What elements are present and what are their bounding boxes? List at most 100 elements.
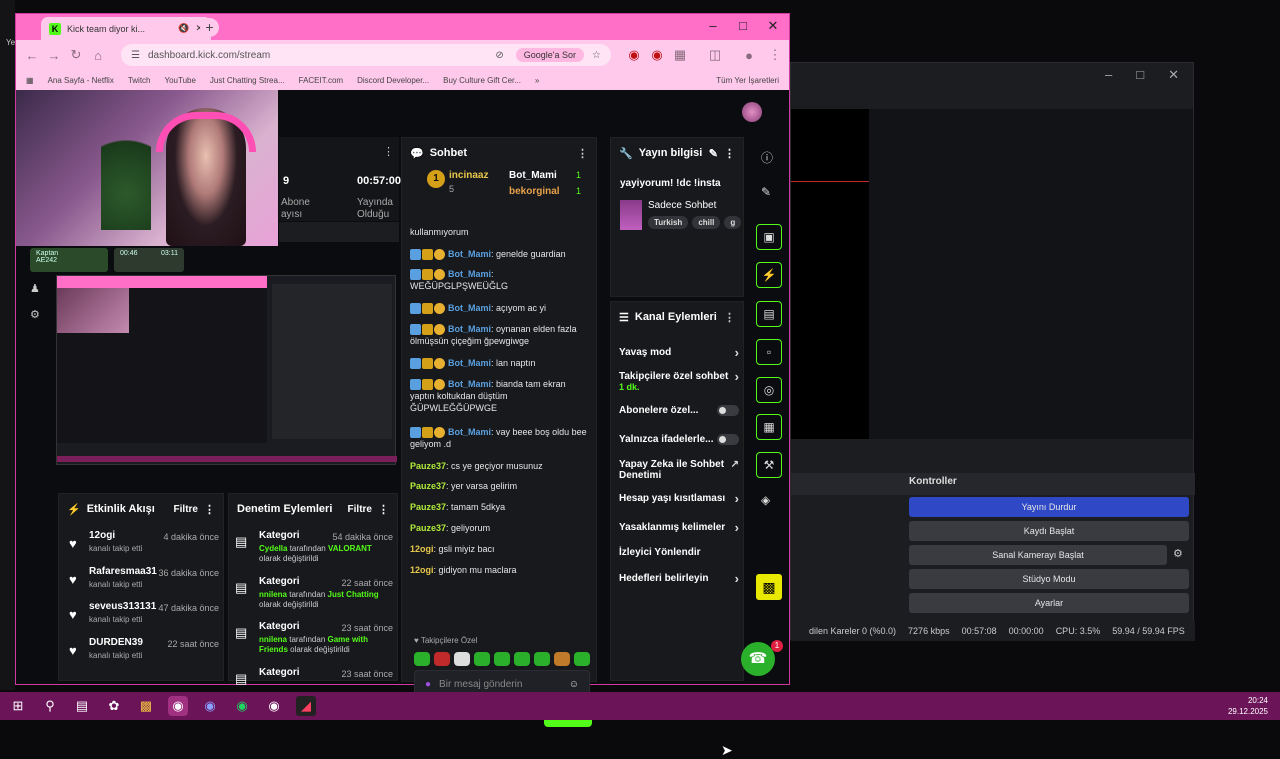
virtual-camera-button[interactable]: Sanal Kamerayı Başlat — [909, 545, 1167, 565]
avatar[interactable] — [742, 102, 762, 122]
maximize-icon[interactable]: □ — [729, 18, 757, 36]
emotes-only-item[interactable]: Yalnızca ifadelerle... — [619, 434, 739, 445]
share-icon[interactable]: ◈ — [761, 493, 770, 507]
kebab-icon[interactable]: ⋮ — [378, 503, 389, 516]
clapperboard-icon[interactable]: ▩ — [756, 574, 782, 600]
goals-item[interactable]: Hedefleri belirleyin › — [619, 572, 739, 585]
extension-icon[interactable]: ◉ — [646, 47, 668, 63]
emote[interactable] — [454, 652, 470, 666]
mic-icon[interactable]: ● — [425, 679, 431, 690]
address-bar[interactable]: ☰ dashboard.kick.com/stream ⊘ Google'a S… — [121, 44, 611, 66]
menu-icon[interactable]: ⋮ — [764, 47, 786, 63]
ai-moderation-item[interactable]: Yapay Zeka ile Sohbet Denetimi ↗ — [619, 459, 739, 481]
start-recording-button[interactable]: Kaydı Başlat — [909, 521, 1189, 541]
gear-icon[interactable]: ⚙ — [1173, 547, 1183, 560]
edit-icon[interactable]: ✎ — [709, 147, 718, 160]
leader-name[interactable]: incinaaz — [449, 170, 488, 181]
back-icon[interactable]: ← — [21, 48, 43, 63]
emoji-icon[interactable]: ☺ — [569, 679, 579, 690]
file-explorer-icon[interactable]: ▩ — [136, 696, 156, 716]
maximize-icon[interactable]: □ — [1136, 67, 1144, 85]
broadcast-icon[interactable]: ◎ — [756, 377, 782, 403]
task-view-icon[interactable]: ▤ — [72, 696, 92, 716]
bookmark-item[interactable]: Discord Developer... — [357, 76, 429, 85]
subscribers-only-item[interactable]: Abonelere özel... — [619, 405, 739, 416]
kebab-icon[interactable]: ⋮ — [577, 147, 588, 160]
emote[interactable] — [414, 652, 430, 666]
support-chat-button[interactable]: ☎ — [741, 642, 775, 676]
kebab-icon[interactable]: ⋮ — [724, 311, 735, 324]
bookmark-item[interactable]: Twitch — [128, 76, 151, 85]
discord-icon[interactable]: ◉ — [200, 696, 220, 716]
minimize-icon[interactable]: – — [699, 18, 727, 36]
chat-icon[interactable]: ▫ — [756, 339, 782, 365]
emote[interactable] — [474, 652, 490, 666]
clip-icon[interactable]: ▣ — [756, 224, 782, 250]
spotify-icon[interactable]: ◉ — [232, 696, 252, 716]
profile-icon[interactable]: ● — [738, 48, 760, 63]
forward-icon[interactable]: → — [43, 48, 65, 63]
filter-button[interactable]: Filtre — [348, 504, 372, 515]
extension-icon[interactable]: ◉ — [623, 47, 645, 63]
close-icon[interactable]: ✕ — [1168, 67, 1179, 85]
home-icon[interactable]: ⌂ — [87, 48, 109, 63]
wrench-icon[interactable]: ⚒ — [756, 452, 782, 478]
system-clock[interactable]: 20:24 29.12.2025 — [1228, 695, 1268, 717]
slow-mode-item[interactable]: Yavaş mod › — [619, 346, 739, 359]
studio-mode-button[interactable]: Stüdyo Modu — [909, 569, 1189, 589]
users-icon[interactable]: ♟ — [30, 282, 40, 295]
emote[interactable] — [554, 652, 570, 666]
bookmark-item[interactable]: Buy Culture Gift Cer... — [443, 76, 521, 85]
reload-icon[interactable]: ↻ — [65, 47, 87, 63]
emote[interactable] — [534, 652, 550, 666]
windows-start-icon[interactable]: ⊞ — [8, 696, 28, 716]
obs-icon[interactable]: ◉ — [264, 696, 284, 716]
chrome-icon[interactable]: ◉ — [168, 696, 188, 716]
kebab-icon[interactable]: ⋮ — [383, 145, 394, 158]
apps-icon[interactable]: ▦ — [26, 76, 34, 85]
tab-kick[interactable]: K Kick team diyor ki... 🔇 ✕ — [41, 17, 211, 40]
new-tab-icon[interactable]: + — [200, 18, 219, 37]
filter-button[interactable]: Filtre — [174, 504, 198, 515]
minimize-icon[interactable]: – — [1105, 67, 1112, 85]
search-icon[interactable]: ⚲ — [40, 696, 60, 716]
settings-icon[interactable]: ⚙ — [30, 308, 40, 321]
stop-stream-button[interactable]: Yayını Durdur — [909, 497, 1189, 517]
banned-words-item[interactable]: Yasaklanmış kelimeler › — [619, 521, 739, 534]
followers-only-item[interactable]: Takipçilere özel sohbet › 1 dk. — [619, 370, 739, 393]
emote[interactable] — [494, 652, 510, 666]
bookmark-item[interactable]: YouTube — [164, 76, 195, 85]
raid-item[interactable]: İzleyici Yönlendir — [619, 547, 739, 558]
all-bookmarks[interactable]: Tüm Yer İşaretleri — [716, 76, 779, 85]
close-icon[interactable]: ✕ — [759, 18, 787, 36]
account-age-item[interactable]: Hesap yaşı kısıtlaması › — [619, 492, 739, 505]
emote[interactable] — [434, 652, 450, 666]
emote[interactable] — [514, 652, 530, 666]
info-icon[interactable]: ⓘ — [761, 149, 773, 166]
notes-icon[interactable]: ▤ — [756, 301, 782, 327]
bookmark-item[interactable]: FACEIT.com — [299, 76, 343, 85]
copilot-icon[interactable]: ✿ — [104, 696, 124, 716]
emote[interactable] — [574, 652, 590, 666]
more-bookmarks-icon[interactable]: » — [535, 76, 539, 85]
edit-icon[interactable]: ✎ — [761, 185, 771, 199]
panel-header: 💬 Sohbet ⋮ — [402, 138, 596, 168]
bookmark-item[interactable]: Just Chatting Strea... — [210, 76, 285, 85]
google-ask-button[interactable]: Google'a Sor — [515, 48, 585, 62]
bookmark-item[interactable]: Ana Sayfa - Netflix — [48, 76, 114, 85]
sidebar-icon[interactable]: ◫ — [704, 47, 726, 63]
stream-preview[interactable] — [56, 275, 397, 465]
kebab-icon[interactable]: ⋮ — [204, 503, 215, 516]
leader-name[interactable]: Bot_Mami — [509, 170, 557, 181]
app-icon[interactable]: ◢ — [296, 696, 316, 716]
mute-icon[interactable]: 🔇 — [178, 23, 189, 34]
bolt-icon[interactable]: ⚡ — [756, 262, 782, 288]
site-info-icon[interactable]: ☰ — [131, 50, 140, 61]
extensions-icon[interactable]: ▦ — [669, 47, 691, 63]
bookmark-star-icon[interactable]: ☆ — [592, 50, 601, 61]
kebab-icon[interactable]: ⋮ — [724, 147, 735, 160]
store-icon[interactable]: ▦ — [756, 414, 782, 440]
camera-blocked-icon[interactable]: ⊘ — [495, 50, 503, 61]
settings-button[interactable]: Ayarlar — [909, 593, 1189, 613]
leader-name[interactable]: bekorginal — [509, 186, 560, 197]
